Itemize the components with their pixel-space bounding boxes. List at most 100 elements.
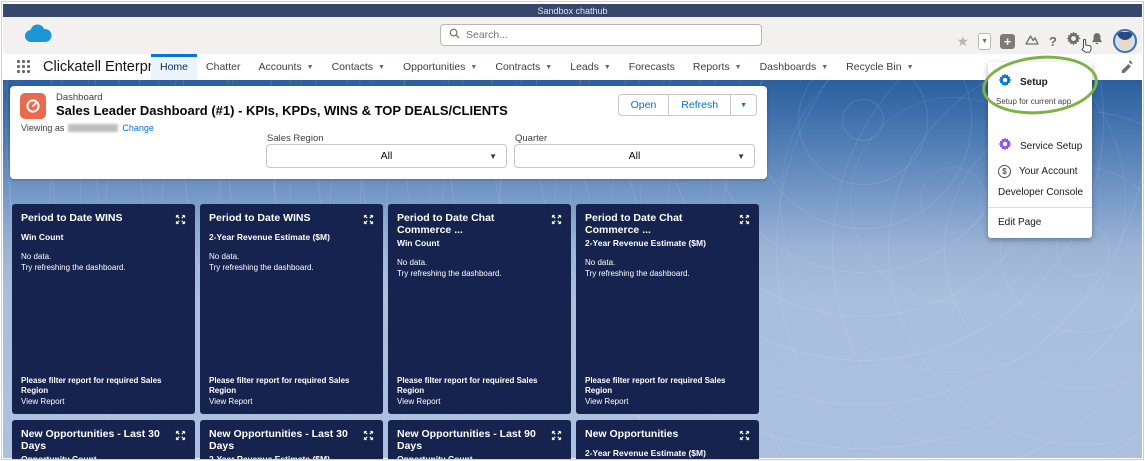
search-input[interactable] xyxy=(466,29,753,41)
tab-contacts[interactable]: Contacts ▼ xyxy=(323,54,394,80)
tab-label: Accounts xyxy=(258,61,301,73)
tab-opportunities[interactable]: Opportunities ▼ xyxy=(394,54,486,80)
tab-chatter[interactable]: Chatter xyxy=(197,54,249,80)
menu-item-service-setup[interactable]: Service Setup xyxy=(988,130,1092,158)
chevron-down-icon: ▼ xyxy=(307,64,314,71)
menu-item-label: Setup xyxy=(1020,77,1048,88)
card-subtitle: 2-Year Revenue Estimate ($M) xyxy=(209,232,374,242)
view-report-link[interactable]: View Report xyxy=(21,397,186,407)
menu-item-edit-page[interactable]: Edit Page xyxy=(988,210,1092,230)
no-data-text: No data. xyxy=(209,252,374,263)
tab-label: Forecasts xyxy=(629,61,675,73)
view-report-link[interactable]: View Report xyxy=(585,397,750,407)
tab-home[interactable]: Home xyxy=(151,54,197,80)
expand-icon[interactable] xyxy=(551,212,562,230)
menu-item-setup[interactable]: Setup xyxy=(988,66,1092,94)
tab-reports[interactable]: Reports ▼ xyxy=(684,54,751,80)
metric-card: Period to Date WINS Win Count No data. T… xyxy=(12,204,195,414)
card-title: New Opportunities xyxy=(585,428,678,440)
sales-region-filter-select[interactable]: All ▼ xyxy=(266,144,507,168)
refresh-hint-text: Try refreshing the dashboard. xyxy=(585,269,750,280)
view-report-link[interactable]: View Report xyxy=(209,397,374,407)
tab-accounts[interactable]: Accounts ▼ xyxy=(249,54,322,80)
tab-label: Home xyxy=(160,61,188,73)
filter-note-text: Please filter report for required Sales … xyxy=(209,376,374,397)
menu-item-label: Edit Page xyxy=(998,217,1041,228)
page-content: Dashboard Sales Leader Dashboard (#1) - … xyxy=(3,80,1142,458)
open-button[interactable]: Open xyxy=(618,94,670,116)
mouse-cursor-hand xyxy=(1079,38,1093,59)
tab-label: Dashboards xyxy=(760,61,817,73)
more-actions-caret-button[interactable]: ▼ xyxy=(731,94,757,116)
expand-icon[interactable] xyxy=(175,212,186,230)
tab-leads[interactable]: Leads ▼ xyxy=(561,54,620,80)
chevron-down-icon: ▼ xyxy=(737,152,745,161)
expand-icon[interactable] xyxy=(739,212,750,230)
viewing-as-label: Viewing as xyxy=(21,123,64,133)
filter-note-text: Please filter report for required Sales … xyxy=(397,376,562,397)
menu-item-your-account[interactable]: $ Your Account xyxy=(988,158,1092,180)
chevron-down-icon: ▼ xyxy=(821,64,828,71)
card-title: Period to Date WINS xyxy=(21,212,123,224)
app-launcher-icon[interactable] xyxy=(17,60,30,73)
menu-item-label: Service Setup xyxy=(1020,141,1082,152)
header-utility-icons: ★ ▼ + ? xyxy=(956,28,1137,54)
metric-card: New Opportunities - Last 90 Days Opportu… xyxy=(388,420,571,460)
salesforce-logo-icon xyxy=(23,23,53,50)
dashboard-actions: Open Refresh ▼ xyxy=(618,94,757,116)
expand-icon[interactable] xyxy=(175,428,186,446)
global-search[interactable] xyxy=(440,24,762,46)
refresh-hint-text: Try refreshing the dashboard. xyxy=(209,263,374,274)
refresh-button[interactable]: Refresh xyxy=(669,94,731,116)
cards-row-1: Period to Date WINS Win Count No data. T… xyxy=(12,204,759,414)
help-icon[interactable]: ? xyxy=(1049,34,1057,49)
edit-page-pencil-icon[interactable] xyxy=(1120,60,1133,78)
metric-card: New Opportunities - Last 30 Days Opportu… xyxy=(12,420,195,460)
change-viewer-link[interactable]: Change xyxy=(122,123,154,133)
expand-icon[interactable] xyxy=(739,428,750,446)
metric-card: New Opportunities 2-Year Revenue Estimat… xyxy=(576,420,759,460)
metric-card: Period to Date Chat Commerce ... Win Cou… xyxy=(388,204,571,414)
tab-label: Chatter xyxy=(206,61,240,73)
card-subtitle: 2-Year Revenue Estimate ($M) xyxy=(585,238,750,248)
tab-label: Contracts xyxy=(495,61,540,73)
metric-card: New Opportunities - Last 30 Days 2-Year … xyxy=(200,420,383,460)
sandbox-banner-text: Sandbox chathub xyxy=(537,6,607,16)
menu-item-label: Developer Console xyxy=(998,187,1083,198)
nav-tabs: Home Chatter Accounts ▼ Contacts ▼ Oppor… xyxy=(151,54,923,80)
metric-card: Period to Date Chat Commerce ... 2-Year … xyxy=(576,204,759,414)
card-subtitle: Win Count xyxy=(21,232,186,242)
tab-label: Reports xyxy=(693,61,730,73)
viewing-as-user-redacted xyxy=(68,124,118,132)
filter-note-text: Please filter report for required Sales … xyxy=(585,376,750,397)
tab-dashboards[interactable]: Dashboards ▼ xyxy=(751,54,838,80)
quarter-filter-label: Quarter xyxy=(515,133,547,144)
quarter-filter-select[interactable]: All ▼ xyxy=(514,144,755,168)
favorites-star-icon[interactable]: ★ xyxy=(956,34,969,48)
tab-forecasts[interactable]: Forecasts xyxy=(620,54,684,80)
global-actions-icon[interactable]: + xyxy=(1000,34,1015,49)
quarter-filter-value: All xyxy=(629,150,641,162)
app-window: Sandbox chathub Clickatell Enterprise Ho… xyxy=(1,1,1144,460)
guidance-center-icon[interactable] xyxy=(1024,32,1040,51)
dashboard-type-label: Dashboard xyxy=(56,92,102,103)
tab-recycle-bin[interactable]: Recycle Bin ▼ xyxy=(837,54,922,80)
card-title: Period to Date WINS xyxy=(209,212,311,224)
expand-icon[interactable] xyxy=(363,428,374,446)
tab-label: Contacts xyxy=(332,61,373,73)
card-subtitle: Win Count xyxy=(397,238,562,248)
view-report-link[interactable]: View Report xyxy=(397,397,562,407)
card-title: New Opportunities - Last 90 Days xyxy=(397,428,545,452)
tab-contracts[interactable]: Contracts ▼ xyxy=(486,54,561,80)
menu-item-label: Your Account xyxy=(1019,166,1078,177)
chevron-down-icon: ▼ xyxy=(378,64,385,71)
expand-icon[interactable] xyxy=(363,212,374,230)
card-subtitle: 2-Year Revenue Estimate ($M) xyxy=(585,448,750,458)
menu-item-developer-console[interactable]: Developer Console xyxy=(988,180,1092,200)
favorites-caret-button[interactable]: ▼ xyxy=(978,33,991,50)
menu-divider xyxy=(988,207,1092,208)
user-avatar[interactable] xyxy=(1113,29,1137,53)
expand-icon[interactable] xyxy=(551,428,562,446)
tab-label: Recycle Bin xyxy=(846,61,901,73)
sandbox-banner: Sandbox chathub xyxy=(3,4,1142,17)
